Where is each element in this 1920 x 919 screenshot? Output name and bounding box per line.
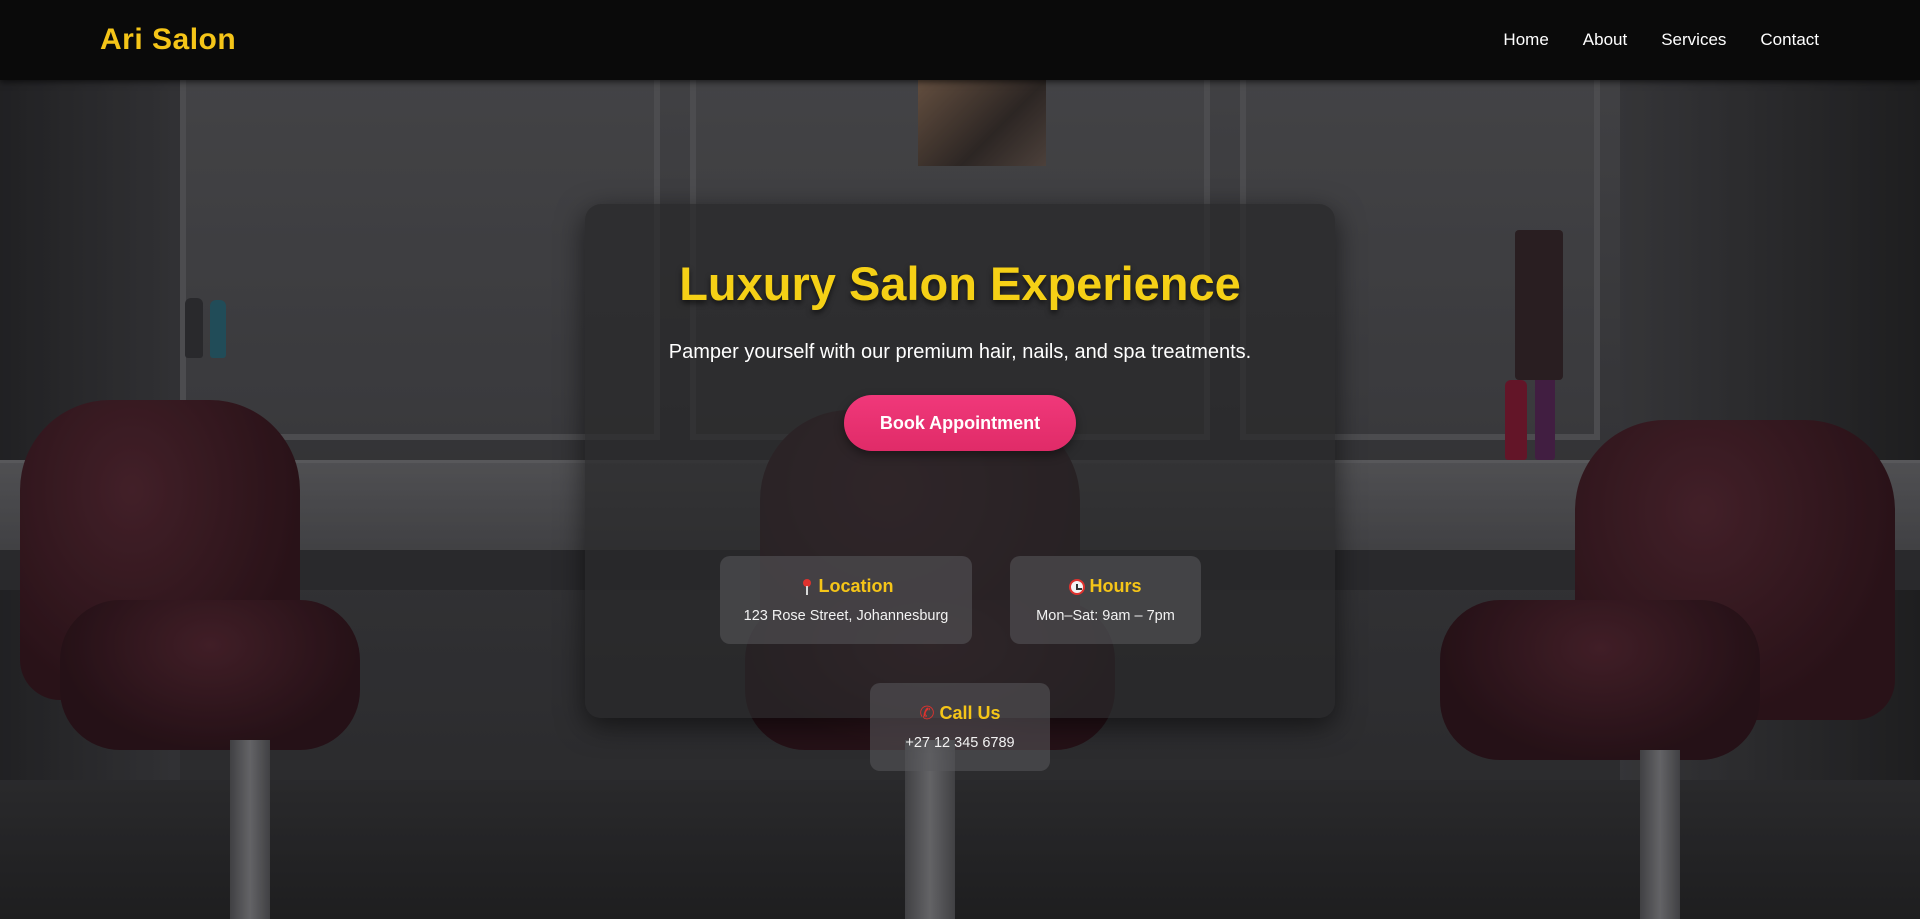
hero-section: Luxury Salon Experience Pamper yourself … [0, 80, 1920, 919]
call-title-text: Call Us [939, 703, 1001, 723]
location-address: 123 Rose Street, Johannesburg [743, 607, 949, 624]
hero-card: Luxury Salon Experience Pamper yourself … [585, 204, 1335, 771]
pin-icon [799, 578, 815, 595]
location-card: Location 123 Rose Street, Johannesburg [720, 556, 972, 644]
brand-logo[interactable]: Ari Salon [100, 23, 236, 57]
location-card-title: Location [799, 576, 894, 597]
phone-number[interactable]: +27 12 345 6789 [870, 735, 1050, 751]
book-appointment-button[interactable]: Book Appointment [844, 395, 1076, 451]
hero-subtitle: Pamper yourself with our premium hair, n… [668, 341, 1252, 363]
hours-text: Mon–Sat: 9am – 7pm [1036, 607, 1175, 624]
hours-card-title: Hours [1069, 576, 1142, 597]
navbar: Ari Salon Home About Services Contact [0, 0, 1920, 80]
nav-link-services[interactable]: Services [1661, 30, 1726, 50]
phone-icon [919, 703, 935, 724]
hero-title: Luxury Salon Experience [679, 257, 1241, 310]
nav-link-about[interactable]: About [1583, 30, 1627, 50]
clock-icon [1069, 578, 1086, 595]
nav-link-home[interactable]: Home [1503, 30, 1548, 50]
hours-title-text: Hours [1089, 576, 1142, 596]
hours-card: Hours Mon–Sat: 9am – 7pm [1010, 556, 1201, 644]
call-card: Call Us +27 12 345 6789 [870, 683, 1050, 771]
call-card-title: Call Us [919, 703, 1000, 724]
location-title-text: Location [818, 576, 894, 596]
nav-link-contact[interactable]: Contact [1760, 30, 1819, 50]
nav-links: Home About Services Contact [1503, 30, 1819, 50]
